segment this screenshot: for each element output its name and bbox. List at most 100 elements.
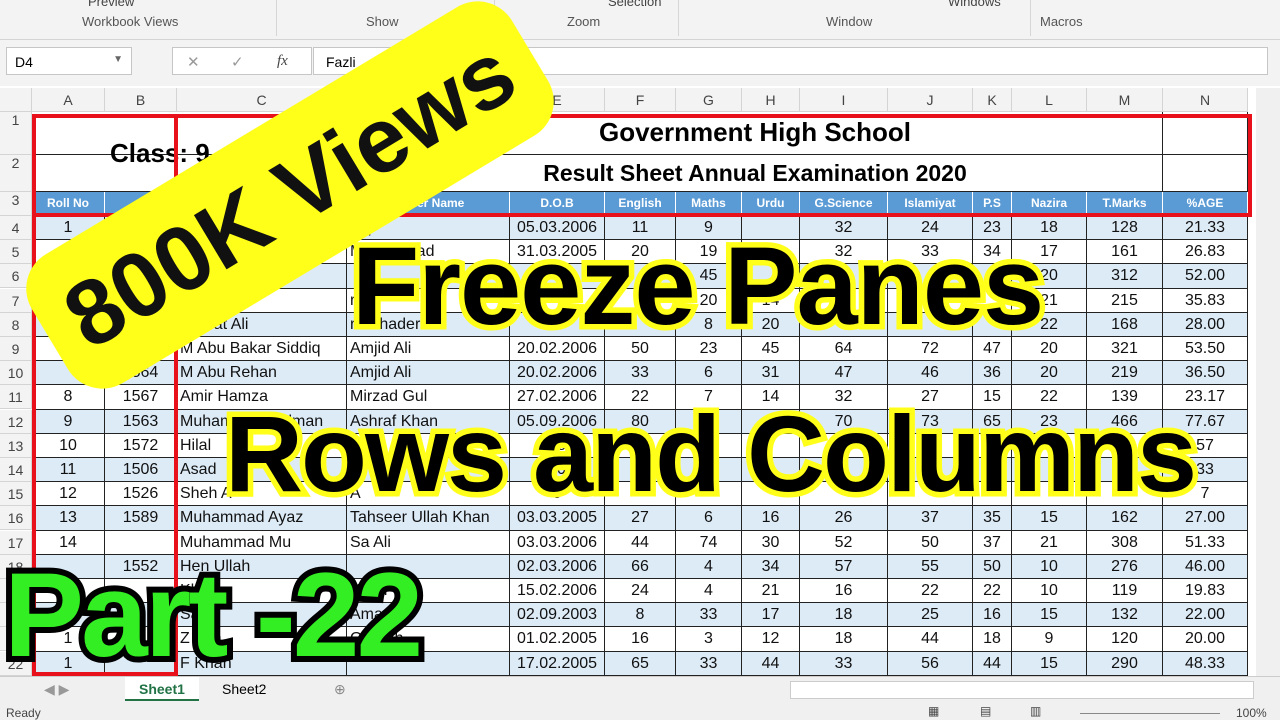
row-header-5[interactable]: 5 [0,240,32,265]
column-header-J[interactable]: J [888,88,973,112]
table-cell[interactable]: 31 [742,361,800,386]
table-cell[interactable]: 44 [888,627,973,652]
table-cell[interactable]: 9 [1012,627,1087,652]
row-header-14[interactable]: 14 [0,458,32,482]
table-cell[interactable]: 50 [888,530,973,555]
row-header-4[interactable]: 4 [0,216,32,240]
table-cell[interactable]: 02.03.2006 [510,554,605,579]
table-cell[interactable]: 44 [742,651,800,676]
table-cell[interactable]: 290 [1087,651,1163,676]
insert-function-icon[interactable]: fx [277,53,288,70]
table-cell[interactable]: 37 [973,530,1012,555]
table-cell[interactable]: 16 [800,579,888,604]
page-break-icon[interactable]: ▥ [1030,704,1041,718]
table-cell[interactable]: 66 [605,554,676,579]
row-header-2[interactable]: 2 [0,155,32,192]
table-cell[interactable]: 17.02.2005 [510,651,605,676]
table-cell[interactable]: 57 [800,554,888,579]
table-cell[interactable]: 215 [1087,288,1163,313]
table-cell[interactable]: 56 [888,651,973,676]
table-cell[interactable]: 119 [1087,579,1163,604]
table-cell[interactable]: M Abu Rehan [177,361,347,386]
column-header-M[interactable]: M [1087,88,1163,112]
selection-button[interactable]: Selection [608,0,661,9]
table-cell[interactable]: 25 [888,603,973,628]
table-cell[interactable]: 02.09.2003 [510,603,605,628]
table-cell[interactable]: 33 [676,651,742,676]
table-cell[interactable]: 36.50 [1163,361,1248,386]
column-header-L[interactable]: L [1012,88,1087,112]
chevron-down-icon[interactable]: ▼ [113,54,123,65]
cancel-icon[interactable]: ✕ [187,53,200,71]
table-cell[interactable]: 21 [742,579,800,604]
table-cell[interactable]: 47 [800,361,888,386]
row-header-3[interactable]: 3 [0,192,32,216]
table-cell[interactable]: 74 [676,530,742,555]
column-header-A[interactable]: A [32,88,105,112]
vertical-scrollbar[interactable] [1256,88,1280,678]
table-cell[interactable]: 22 [973,579,1012,604]
table-cell[interactable]: 22.00 [1163,603,1248,628]
table-cell[interactable]: 53.50 [1163,337,1248,362]
table-cell[interactable]: 321 [1087,337,1163,362]
table-cell[interactable]: 44 [973,651,1012,676]
table-cell[interactable]: 4 [676,554,742,579]
table-cell[interactable]: 15 [1012,651,1087,676]
table-cell[interactable]: 308 [1087,530,1163,555]
select-all-corner[interactable] [0,88,32,112]
table-cell[interactable]: 52.00 [1163,264,1248,289]
table-cell[interactable]: 33 [676,603,742,628]
table-cell[interactable]: 44 [605,530,676,555]
table-cell[interactable]: 276 [1087,554,1163,579]
table-cell[interactable]: 35.83 [1163,288,1248,313]
table-cell[interactable]: 128 [1087,216,1163,241]
name-box[interactable]: D4 ▼ [6,47,132,75]
table-cell[interactable]: 161 [1087,240,1163,265]
page-layout-icon[interactable]: ▤ [980,704,991,718]
horizontal-scrollbar[interactable] [790,681,1254,699]
table-cell[interactable]: 120 [1087,627,1163,652]
row-header-12[interactable]: 12 [0,409,32,434]
row-header-9[interactable]: 9 [0,337,32,361]
column-header-I[interactable]: I [800,88,888,112]
column-header-K[interactable]: K [973,88,1012,112]
normal-view-icon[interactable]: ▦ [928,704,939,718]
table-cell[interactable]: 219 [1087,361,1163,386]
column-header-F[interactable]: F [605,88,676,112]
table-cell[interactable]: 33 [605,361,676,386]
table-cell[interactable]: 10 [1012,554,1087,579]
table-cell[interactable]: 46.00 [1163,554,1248,579]
row-header-1[interactable]: 1 [0,112,32,155]
table-cell[interactable]: 03.03.2006 [510,530,605,555]
table-cell[interactable]: 4 [676,579,742,604]
table-cell[interactable]: 12 [742,627,800,652]
table-cell[interactable]: 33 [800,651,888,676]
table-cell[interactable]: 168 [1087,312,1163,337]
table-cell[interactable]: 01.02.2005 [510,627,605,652]
row-header-10[interactable]: 10 [0,361,32,386]
table-cell[interactable]: 6 [676,361,742,386]
row-header-15[interactable]: 15 [0,482,32,507]
table-cell[interactable]: 18 [800,627,888,652]
table-cell[interactable]: 24 [605,579,676,604]
table-cell[interactable]: 26.83 [1163,240,1248,265]
windows-button[interactable]: Windows [948,0,1001,9]
table-cell[interactable]: 36 [973,361,1012,386]
table-cell[interactable]: 34 [742,554,800,579]
column-header-B[interactable]: B [105,88,177,112]
table-cell[interactable]: 52 [800,530,888,555]
enter-icon[interactable]: ✓ [231,53,244,71]
table-cell[interactable]: 16 [605,627,676,652]
table-cell[interactable]: 51.33 [1163,530,1248,555]
table-cell[interactable]: 18 [800,603,888,628]
table-cell[interactable]: 21.33 [1163,216,1248,241]
table-cell[interactable]: M Abu Bakar Siddiq [177,337,347,362]
table-cell[interactable]: Amjid Ali [347,361,510,386]
table-cell[interactable]: 30 [742,530,800,555]
preview-button[interactable]: Preview [88,0,134,9]
table-cell[interactable]: 15.02.2006 [510,579,605,604]
table-cell[interactable]: 46 [888,361,973,386]
column-header-H[interactable]: H [742,88,800,112]
table-cell[interactable]: 10 [1012,579,1087,604]
table-cell[interactable]: 312 [1087,264,1163,289]
